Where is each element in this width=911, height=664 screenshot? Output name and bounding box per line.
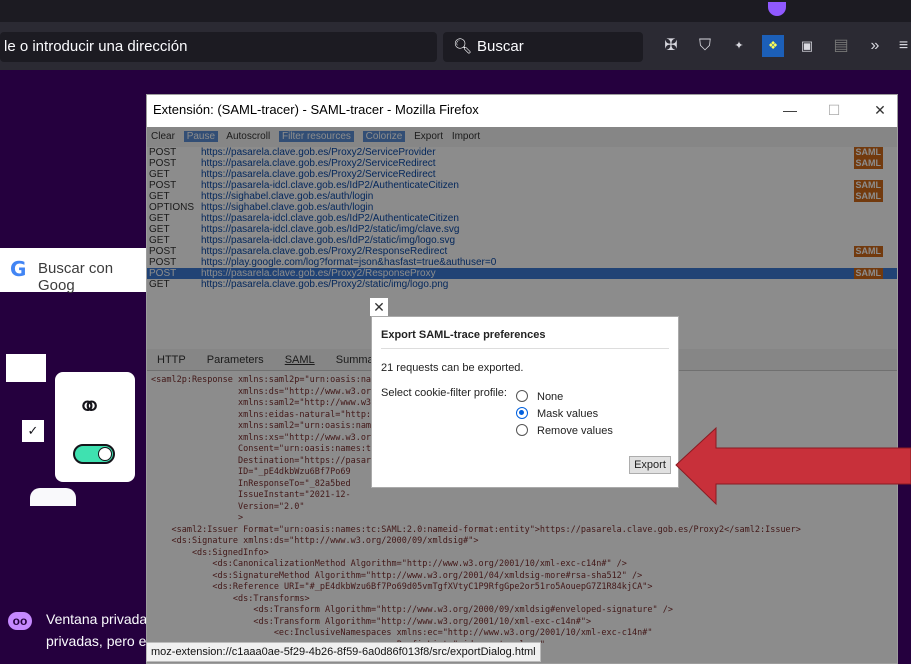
arrow-shape — [675, 426, 911, 506]
red-arrow-annotation — [675, 426, 911, 506]
status-bar-url: moz-extension://c1aaa0ae-5f29-4b26-8f59-… — [146, 642, 541, 662]
